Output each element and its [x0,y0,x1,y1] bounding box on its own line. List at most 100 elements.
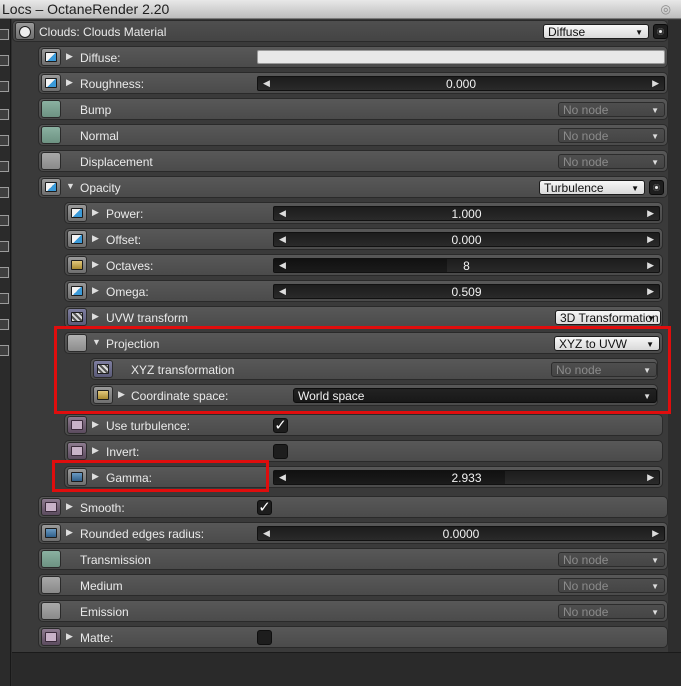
rounded-edges-slider[interactable]: ◀ 0.0000 ▶ [257,526,665,541]
toolbar-icon[interactable] [0,345,9,356]
param-label: Matte: [80,631,114,645]
node-slot-icon[interactable] [41,126,61,144]
node-slot-icon[interactable] [41,602,61,620]
material-type-dropdown[interactable]: Diffuse ▼ [543,24,649,39]
toolbar-icon[interactable] [0,319,9,330]
transform-icon[interactable] [93,360,113,378]
projection-dropdown[interactable]: XYZ to UVW ▼ [554,336,660,351]
material-sphere-icon[interactable] [15,22,35,40]
expand-arrow-icon[interactable]: ▶ [92,259,99,270]
expand-arrow-icon[interactable]: ▶ [66,51,73,62]
medium-node-dropdown[interactable]: No node ▼ [558,578,665,593]
octaves-slider[interactable]: ◀ 8 ▶ [273,258,660,273]
expand-arrow-icon[interactable]: ▶ [92,285,99,296]
toolbar-icon[interactable] [0,81,9,92]
expand-arrow-icon[interactable]: ▶ [92,471,99,482]
transmission-node-dropdown[interactable]: No node ▼ [558,552,665,567]
node-slot-icon[interactable] [41,576,61,594]
eye-icon[interactable] [653,24,668,39]
param-label: XYZ transformation [131,363,235,377]
expand-arrow-icon[interactable]: ▶ [66,631,73,642]
float-icon[interactable] [67,468,87,486]
window-close-icon[interactable]: ◎ [661,2,671,16]
normal-node-dropdown[interactable]: No node ▼ [558,128,665,143]
smooth-checkbox[interactable]: ✓ [257,500,272,515]
texture-icon[interactable] [41,48,61,66]
expand-arrow-icon[interactable]: ▶ [66,527,73,538]
increment-arrow-icon[interactable]: ▶ [647,234,654,245]
toolbar-icon[interactable] [0,187,9,198]
node-slot-icon[interactable] [41,550,61,568]
toolbar-icon[interactable] [0,135,9,146]
expand-arrow-icon[interactable]: ▶ [66,501,73,512]
param-label: Invert: [106,445,140,459]
toolbar-icon[interactable] [0,267,9,278]
boolean-icon[interactable] [67,442,87,460]
toolbar-icon[interactable] [0,161,9,172]
diffuse-color-swatch[interactable] [257,50,665,64]
collapse-arrow-icon[interactable]: ▼ [92,337,101,347]
param-row-matte: ▶ Matte: [38,626,668,648]
texture-icon[interactable] [41,178,61,196]
toolbar-icon[interactable] [0,109,9,120]
matte-checkbox[interactable] [257,630,272,645]
increment-arrow-icon[interactable]: ▶ [647,472,654,483]
node-slot-icon[interactable] [41,152,61,170]
chevron-down-icon: ▼ [631,184,639,193]
transform-icon[interactable] [67,308,87,326]
offset-slider[interactable]: ◀ 0.000 ▶ [273,232,660,247]
emission-node-dropdown[interactable]: No node ▼ [558,604,665,619]
boolean-icon[interactable] [67,416,87,434]
expand-arrow-icon[interactable]: ▶ [92,419,99,430]
eye-icon[interactable] [649,180,664,195]
param-row-xyz-transformation: XYZ transformation No node ▼ [90,358,658,380]
texture-icon[interactable] [67,282,87,300]
expand-arrow-icon[interactable]: ▶ [66,77,73,88]
use-turbulence-checkbox[interactable]: ✓ [273,418,288,433]
boolean-icon[interactable] [41,498,61,516]
increment-arrow-icon[interactable]: ▶ [652,528,659,539]
toolbar-icon[interactable] [0,241,9,252]
bump-node-dropdown[interactable]: No node ▼ [558,102,665,117]
param-row-emission: Emission No node ▼ [38,600,668,622]
expand-arrow-icon[interactable]: ▶ [92,233,99,244]
increment-arrow-icon[interactable]: ▶ [647,286,654,297]
float-icon[interactable] [41,524,61,542]
toolbar-icon[interactable] [0,215,9,226]
projection-icon[interactable] [67,334,87,352]
collapse-arrow-icon[interactable]: ▼ [66,181,75,191]
toolbar-icon[interactable] [0,29,9,40]
omega-slider[interactable]: ◀ 0.509 ▶ [273,284,660,299]
invert-checkbox[interactable] [273,444,288,459]
gamma-slider[interactable]: ◀ 2.933 ▶ [273,470,660,485]
increment-arrow-icon[interactable]: ▶ [652,78,659,89]
toolbar-icon[interactable] [0,55,9,66]
expand-arrow-icon[interactable]: ▶ [118,389,125,400]
param-label: Normal [80,129,119,143]
enum-icon[interactable] [93,386,113,404]
panel-scrollbar[interactable] [668,20,681,660]
param-row-coordinate-space: ▶ Coordinate space: World space ▼ [90,384,658,406]
increment-arrow-icon[interactable]: ▶ [647,208,654,219]
coordinate-space-dropdown[interactable]: World space ▼ [293,388,657,403]
expand-arrow-icon[interactable]: ▶ [92,445,99,456]
uvw-transform-dropdown[interactable]: 3D Transformation ▼ [555,310,661,325]
chevron-down-icon: ▼ [651,582,659,591]
texture-icon[interactable] [67,230,87,248]
increment-arrow-icon[interactable]: ▶ [647,260,654,271]
toolbar-icon[interactable] [0,293,9,304]
node-slot-icon[interactable] [41,100,61,118]
expand-arrow-icon[interactable]: ▶ [92,311,99,322]
roughness-slider[interactable]: ◀ 0.000 ▶ [257,76,665,91]
power-slider[interactable]: ◀ 1.000 ▶ [273,206,660,221]
xyz-node-dropdown[interactable]: No node ▼ [551,362,657,377]
param-row-normal: Normal No node ▼ [38,124,668,146]
param-label: Use turbulence: [106,419,191,433]
expand-arrow-icon[interactable]: ▶ [92,207,99,218]
integer-icon[interactable] [67,256,87,274]
texture-icon[interactable] [67,204,87,222]
opacity-texture-dropdown[interactable]: Turbulence ▼ [539,180,645,195]
texture-icon[interactable] [41,74,61,92]
boolean-icon[interactable] [41,628,61,646]
displacement-node-dropdown[interactable]: No node ▼ [558,154,665,169]
